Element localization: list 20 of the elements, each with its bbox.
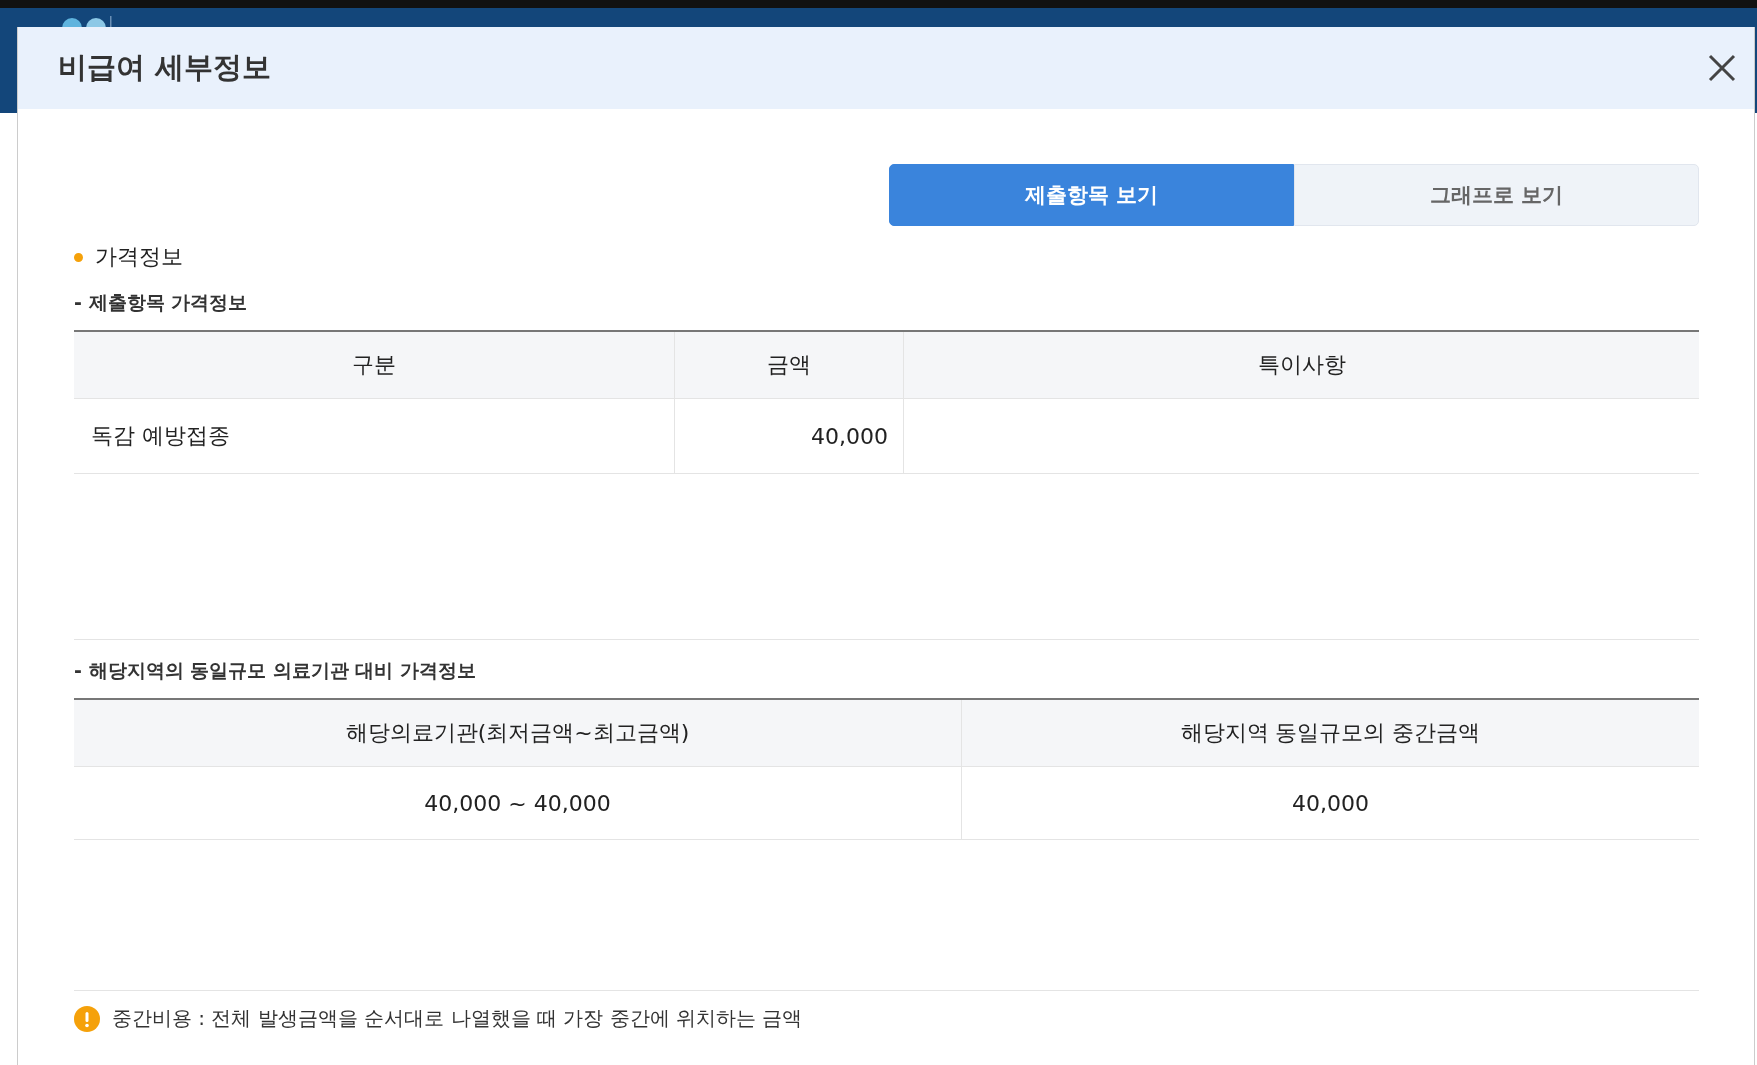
section-title: 가격정보	[95, 243, 183, 271]
table-cell: 40,000	[674, 398, 904, 474]
table-cell: 40,000 ~ 40,000	[74, 766, 962, 840]
close-button[interactable]	[1707, 53, 1737, 83]
table-subtitle: - 제출항목 가격정보	[74, 290, 249, 315]
dialog-title: 비급여 세부정보	[58, 49, 272, 86]
tab[interactable]: 제출항목 보기	[889, 164, 1294, 226]
table-subtitle: - 해당지역의 동일규모 의료기관 대비 가격정보	[74, 658, 477, 683]
bullet-icon	[74, 252, 83, 262]
column-header: 해당지역 동일규모의 중간금액	[961, 699, 1699, 767]
column-header: 구분	[74, 331, 675, 399]
table-cell: 독감 예방접종	[74, 398, 675, 474]
footnote-text: 중간비용 : 전체 발생금액을 순서대로 나열했을 때 가장 중간에 위치하는 금액	[112, 1005, 803, 1032]
warning-icon	[74, 1005, 100, 1032]
close-icon	[1708, 54, 1736, 82]
table-cell: 40,000	[961, 766, 1699, 840]
column-header: 해당의료기관(최저금액~최고금액)	[74, 699, 962, 767]
column-header: 금액	[674, 331, 904, 399]
column-header: 특이사항	[903, 331, 1699, 399]
tab[interactable]: 그래프로 보기	[1294, 164, 1699, 226]
